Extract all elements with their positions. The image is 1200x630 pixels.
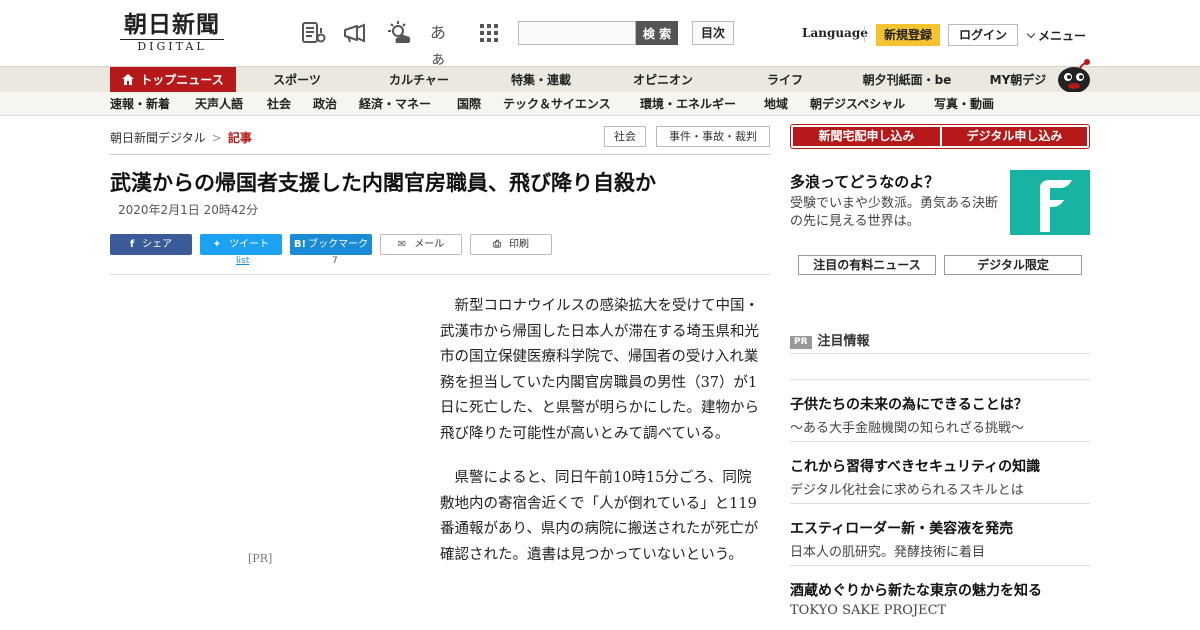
chevron-down-icon — [1026, 29, 1036, 39]
pr-heading: PR 注目情報 — [790, 330, 870, 350]
breadcrumb: 朝日新聞デジタル > 記事 — [110, 129, 252, 146]
site-header: 朝日新聞 DIGITAL あぁ 検 索 目次 Language 新規登録 ログイ… — [0, 0, 1200, 68]
pr-item-title[interactable]: これから習得すべきセキュリティの知識 — [790, 456, 1040, 476]
nav2-tech-science[interactable]: テック＆サイエンス — [503, 92, 611, 116]
nav2-international[interactable]: 国際 — [457, 92, 481, 116]
article-headline: 武漢からの帰国者支援した内閣官房職員、飛び降り自殺か — [110, 171, 656, 195]
mail-share-label: メール — [414, 239, 445, 250]
divider — [790, 565, 1090, 566]
pr-item-subtitle[interactable]: ～ある大手金融機関の知られざる挑戦～ — [790, 417, 1024, 436]
nav-sports[interactable]: スポーツ — [266, 67, 328, 93]
divider — [790, 353, 1090, 354]
nav-features[interactable]: 特集・連載 — [505, 67, 577, 93]
breadcrumb-current: 記事 — [227, 131, 252, 145]
facebook-share-label: シェア — [142, 239, 173, 250]
pr-badge: PR — [790, 336, 812, 349]
search-button[interactable]: 検 索 — [636, 21, 678, 45]
ad-label: [PR] — [248, 552, 273, 565]
language-link[interactable]: Language — [802, 26, 868, 40]
grid-apps-icon[interactable] — [476, 20, 502, 46]
hatena-bookmark-label: ブックマーク — [308, 239, 369, 250]
nav-top-news[interactable]: トップニュース — [110, 67, 236, 93]
tab-digital-only[interactable]: デジタル限定 — [944, 255, 1082, 275]
nav2-photo-video[interactable]: 写真・動画 — [934, 92, 994, 116]
divider — [110, 154, 770, 155]
nav2-environment[interactable]: 環境・エネルギー — [640, 92, 736, 116]
divider — [790, 379, 1090, 380]
subscribe-digital-button[interactable]: デジタル申し込み — [942, 127, 1087, 146]
news-feed-icon[interactable] — [301, 20, 327, 46]
article-paragraph: 新型コロナウイルスの感染拡大を受けて中国・武漢市から帰国した日本人が滞在する埼玉… — [440, 298, 759, 442]
article-body: 新型コロナウイルスの感染拡大を受けて中国・武漢市から帰国した日本人が滞在する埼玉… — [440, 294, 760, 587]
nav-life[interactable]: ライフ — [762, 67, 808, 93]
pr-item-subtitle[interactable]: デジタル化社会に求められるスキルとは — [790, 479, 1024, 498]
print-label: 印刷 — [509, 239, 529, 250]
header-divider — [864, 26, 865, 42]
nav-newspaper[interactable]: 朝夕刊紙面・be — [857, 67, 957, 93]
twitter-icon: ✦ — [212, 239, 222, 250]
mascot-icon — [1058, 59, 1090, 93]
promo-text[interactable]: 受験でいまや少数派。勇気ある決断の先に見える世界は。 — [790, 195, 1004, 231]
subscribe-paper-button[interactable]: 新聞宅配申し込み — [793, 127, 940, 146]
nav2-politics[interactable]: 政治 — [313, 92, 337, 116]
hatena-count: 7 — [332, 256, 338, 266]
nav2-region[interactable]: 地域 — [764, 92, 788, 116]
menu-label: メニュー — [1038, 29, 1087, 43]
nav2-society[interactable]: 社会 — [267, 92, 291, 116]
twitter-share-label: ツイート — [229, 239, 270, 250]
mail-icon: ✉ — [397, 239, 407, 250]
pr-item-title[interactable]: エスティローダー新・美容液を発売 — [790, 518, 1013, 538]
pr-item-title[interactable]: 子供たちの未来の為にできることは？ — [790, 394, 1028, 414]
divider — [790, 503, 1090, 504]
font-size-icon[interactable]: あぁ — [430, 20, 456, 68]
search-box: 検 索 — [518, 21, 678, 45]
breadcrumb-root[interactable]: 朝日新聞デジタル — [110, 131, 206, 145]
toc-button[interactable]: 目次 — [692, 21, 734, 45]
twitter-share-button[interactable]: ✦ ツイート — [200, 234, 282, 255]
facebook-share-button[interactable]: f シェア — [110, 234, 192, 255]
menu-button[interactable]: メニュー — [1026, 27, 1087, 44]
mail-share-button[interactable]: ✉ メール — [380, 234, 462, 255]
search-input[interactable] — [518, 21, 636, 45]
print-button[interactable]: ⎙ 印刷 — [470, 234, 552, 255]
hatena-bookmark-button[interactable]: B! ブックマーク — [290, 234, 372, 255]
subscribe-box: 新聞宅配申し込み デジタル申し込み — [790, 124, 1090, 149]
print-icon: ⎙ — [493, 239, 501, 250]
facebook-icon: f — [129, 239, 135, 250]
register-button[interactable]: 新規登録 — [876, 24, 940, 46]
twitter-count-link[interactable]: list — [236, 256, 249, 266]
nav-culture[interactable]: カルチャー — [383, 67, 455, 93]
primary-nav: トップニュース スポーツ カルチャー 特集・連載 オピニオン ライフ 朝夕刊紙面… — [0, 66, 1200, 93]
login-button[interactable]: ログイン — [948, 24, 1018, 46]
article-date: 2020年2月1日 20時42分 — [118, 203, 259, 217]
home-icon — [122, 74, 135, 85]
pr-item-subtitle[interactable]: TOKYO SAKE PROJECT — [790, 603, 946, 618]
promo-title[interactable]: 多浪ってどうなのよ？ — [790, 171, 939, 192]
promo-logo-icon[interactable] — [1010, 170, 1090, 235]
article-paragraph: 県警によると、同日午前10時15分ごろ、同院敷地内の寄宿舎近くで「人が倒れている… — [440, 470, 759, 563]
secondary-nav: 速報・新着 天声人語 社会 政治 経済・マネー 国際 テック＆サイエンス 環境・… — [0, 92, 1200, 116]
nav-opinion[interactable]: オピニオン — [627, 67, 699, 93]
nav2-latest[interactable]: 速報・新着 — [110, 92, 170, 116]
tag-society[interactable]: 社会 — [604, 126, 646, 147]
hatena-icon: B! — [293, 239, 307, 250]
megaphone-icon[interactable] — [342, 20, 368, 46]
site-logo[interactable]: 朝日新聞 DIGITAL — [112, 12, 232, 54]
logo-main: 朝日新聞 — [124, 11, 220, 38]
logo-sub: DIGITAL — [120, 39, 224, 53]
nav2-tenseijingo[interactable]: 天声人語 — [195, 92, 243, 116]
pr-item-subtitle[interactable]: 日本人の肌研究。発酵技術に着目 — [790, 541, 985, 560]
nav2-economy[interactable]: 経済・マネー — [359, 92, 431, 116]
divider — [790, 441, 1090, 442]
pr-heading-label: 注目情報 — [817, 334, 870, 349]
pr-item-title[interactable]: 酒蔵めぐりから新たな東京の魅力を知る — [790, 580, 1042, 600]
nav2-special[interactable]: 朝デジスペシャル — [810, 92, 905, 116]
tag-incidents[interactable]: 事件・事故・裁判 — [656, 126, 770, 147]
divider — [110, 274, 770, 275]
breadcrumb-separator: > — [211, 131, 222, 145]
tab-paid-news[interactable]: 注目の有料ニュース — [798, 255, 936, 275]
nav-my-asahi[interactable]: MY朝デジ — [982, 67, 1054, 93]
weather-icon[interactable] — [386, 20, 412, 46]
nav-top-news-label: トップニュース — [140, 73, 224, 87]
